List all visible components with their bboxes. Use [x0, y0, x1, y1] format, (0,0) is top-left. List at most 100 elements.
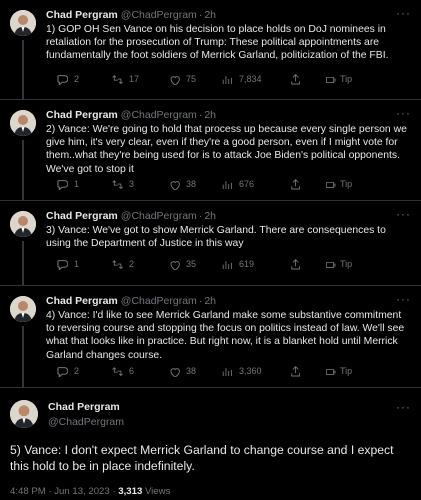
- like-count: 75: [186, 74, 197, 84]
- like-count: 35: [186, 259, 197, 269]
- tip-button[interactable]: Tip: [325, 74, 352, 85]
- tweet-timestamp[interactable]: 4:48 PM · Jun 13, 2023 ·: [10, 486, 118, 497]
- share-button[interactable]: [289, 258, 325, 270]
- retweet-button[interactable]: 2: [111, 258, 168, 270]
- thread-line: [22, 140, 24, 200]
- timestamp[interactable]: 2h: [204, 294, 216, 308]
- share-button[interactable]: [289, 178, 325, 190]
- reply-icon: [57, 259, 68, 270]
- tweet[interactable]: ··· Chad Pergram @ChadPergram · 2h 3) Va…: [0, 201, 421, 286]
- views-count: 3,360: [239, 366, 262, 376]
- like-icon: [170, 180, 180, 190]
- like-count: 38: [186, 179, 197, 189]
- share-icon: [290, 178, 301, 190]
- tweet[interactable]: ··· Chad Pergram @ChadPergram · 2h 4) Va…: [0, 286, 421, 388]
- author-handle[interactable]: @ChadPergram: [121, 209, 197, 223]
- separator: ·: [198, 295, 203, 307]
- avatar[interactable]: [10, 211, 36, 237]
- views-button[interactable]: 619: [221, 258, 289, 270]
- more-icon[interactable]: ···: [396, 207, 411, 221]
- like-icon: [170, 75, 180, 85]
- thread-line: [22, 40, 24, 99]
- avatar[interactable]: [10, 110, 36, 136]
- retweet-icon: [111, 74, 123, 85]
- reply-button[interactable]: 1: [56, 258, 111, 270]
- timestamp[interactable]: 2h: [204, 209, 216, 223]
- views-icon: [222, 367, 233, 377]
- author-handle[interactable]: @ChadPergram: [121, 108, 197, 122]
- retweet-button[interactable]: 17: [111, 73, 168, 85]
- tweet[interactable]: ··· Chad Pergram @ChadPergram · 2h 1) GO…: [0, 0, 421, 100]
- views-button[interactable]: 7,834: [221, 73, 289, 85]
- retweet-count: 17: [129, 74, 140, 84]
- more-icon[interactable]: ···: [396, 400, 411, 414]
- separator: ·: [198, 109, 203, 121]
- author-handle[interactable]: @ChadPergram: [121, 8, 197, 22]
- tip-icon: [325, 76, 336, 83]
- retweet-icon: [111, 179, 123, 190]
- reply-count: 2: [74, 366, 80, 376]
- tip-label: Tip: [340, 74, 353, 84]
- thread-line: [22, 241, 24, 285]
- retweet-button[interactable]: 3: [111, 178, 168, 190]
- timestamp[interactable]: 2h: [204, 108, 216, 122]
- tweet-text: 4) Vance: I'd like to see Merrick Garlan…: [46, 310, 405, 361]
- retweet-button[interactable]: 6: [111, 365, 168, 377]
- like-icon: [170, 367, 180, 377]
- author-handle[interactable]: @ChadPergram: [121, 294, 197, 308]
- author-name[interactable]: Chad Pergram: [46, 294, 118, 308]
- avatar[interactable]: [10, 10, 36, 36]
- tip-button[interactable]: Tip: [325, 259, 352, 270]
- more-icon[interactable]: ···: [396, 6, 411, 20]
- tweet-meta: 4:48 PM · Jun 13, 2023 · 3,313 Views: [10, 486, 411, 497]
- retweet-count: 6: [129, 366, 135, 376]
- reply-count: 1: [74, 179, 80, 189]
- views-icon: [222, 260, 233, 270]
- author-handle[interactable]: @ChadPergram: [48, 415, 411, 430]
- tip-label: Tip: [340, 179, 353, 189]
- like-count: 38: [186, 366, 197, 376]
- retweet-count: 3: [129, 179, 135, 189]
- more-icon[interactable]: ···: [396, 292, 411, 306]
- retweet-icon: [111, 366, 123, 377]
- share-icon: [290, 258, 301, 270]
- reply-button[interactable]: 1: [56, 178, 111, 190]
- tweet[interactable]: ··· Chad Pergram @ChadPergram · 2h 2) Va…: [0, 100, 421, 201]
- views-count: 3,313: [118, 486, 143, 497]
- views-count: 7,834: [239, 74, 262, 84]
- views-button[interactable]: 676: [221, 178, 289, 190]
- like-button[interactable]: 75: [168, 73, 221, 85]
- reply-icon: [57, 74, 68, 85]
- tip-button[interactable]: Tip: [325, 366, 352, 377]
- author-name[interactable]: Chad Pergram: [46, 108, 118, 122]
- reply-button[interactable]: 2: [56, 73, 111, 85]
- share-button[interactable]: [289, 365, 325, 377]
- avatar[interactable]: [10, 400, 38, 428]
- like-button[interactable]: 35: [168, 258, 221, 270]
- views-count: 676: [239, 179, 255, 189]
- like-button[interactable]: 38: [168, 365, 221, 377]
- separator: ·: [198, 9, 203, 21]
- reply-button[interactable]: 2: [56, 365, 111, 377]
- like-button[interactable]: 38: [168, 178, 221, 190]
- action-bar: 1 2 35 619 Tip: [56, 258, 411, 270]
- share-icon: [290, 73, 301, 85]
- tip-icon: [325, 261, 336, 268]
- separator: ·: [198, 210, 203, 222]
- more-icon[interactable]: ···: [396, 106, 411, 120]
- retweet-count: 2: [129, 259, 135, 269]
- tip-label: Tip: [340, 259, 353, 269]
- action-bar: 2 17 75 7,834 Tip: [56, 73, 411, 85]
- tweet-text: 1) GOP OH Sen Vance on his decision to p…: [46, 24, 389, 62]
- avatar[interactable]: [10, 296, 36, 322]
- tip-button[interactable]: Tip: [325, 179, 352, 190]
- author-name[interactable]: Chad Pergram: [46, 209, 118, 223]
- tip-icon: [325, 181, 336, 188]
- views-button[interactable]: 3,360: [221, 365, 289, 377]
- timestamp[interactable]: 2h: [204, 8, 216, 22]
- author-name[interactable]: Chad Pergram: [46, 8, 118, 22]
- author-name[interactable]: Chad Pergram: [48, 400, 408, 415]
- views-count: 619: [239, 259, 255, 269]
- retweet-icon: [111, 259, 123, 270]
- share-button[interactable]: [289, 73, 325, 85]
